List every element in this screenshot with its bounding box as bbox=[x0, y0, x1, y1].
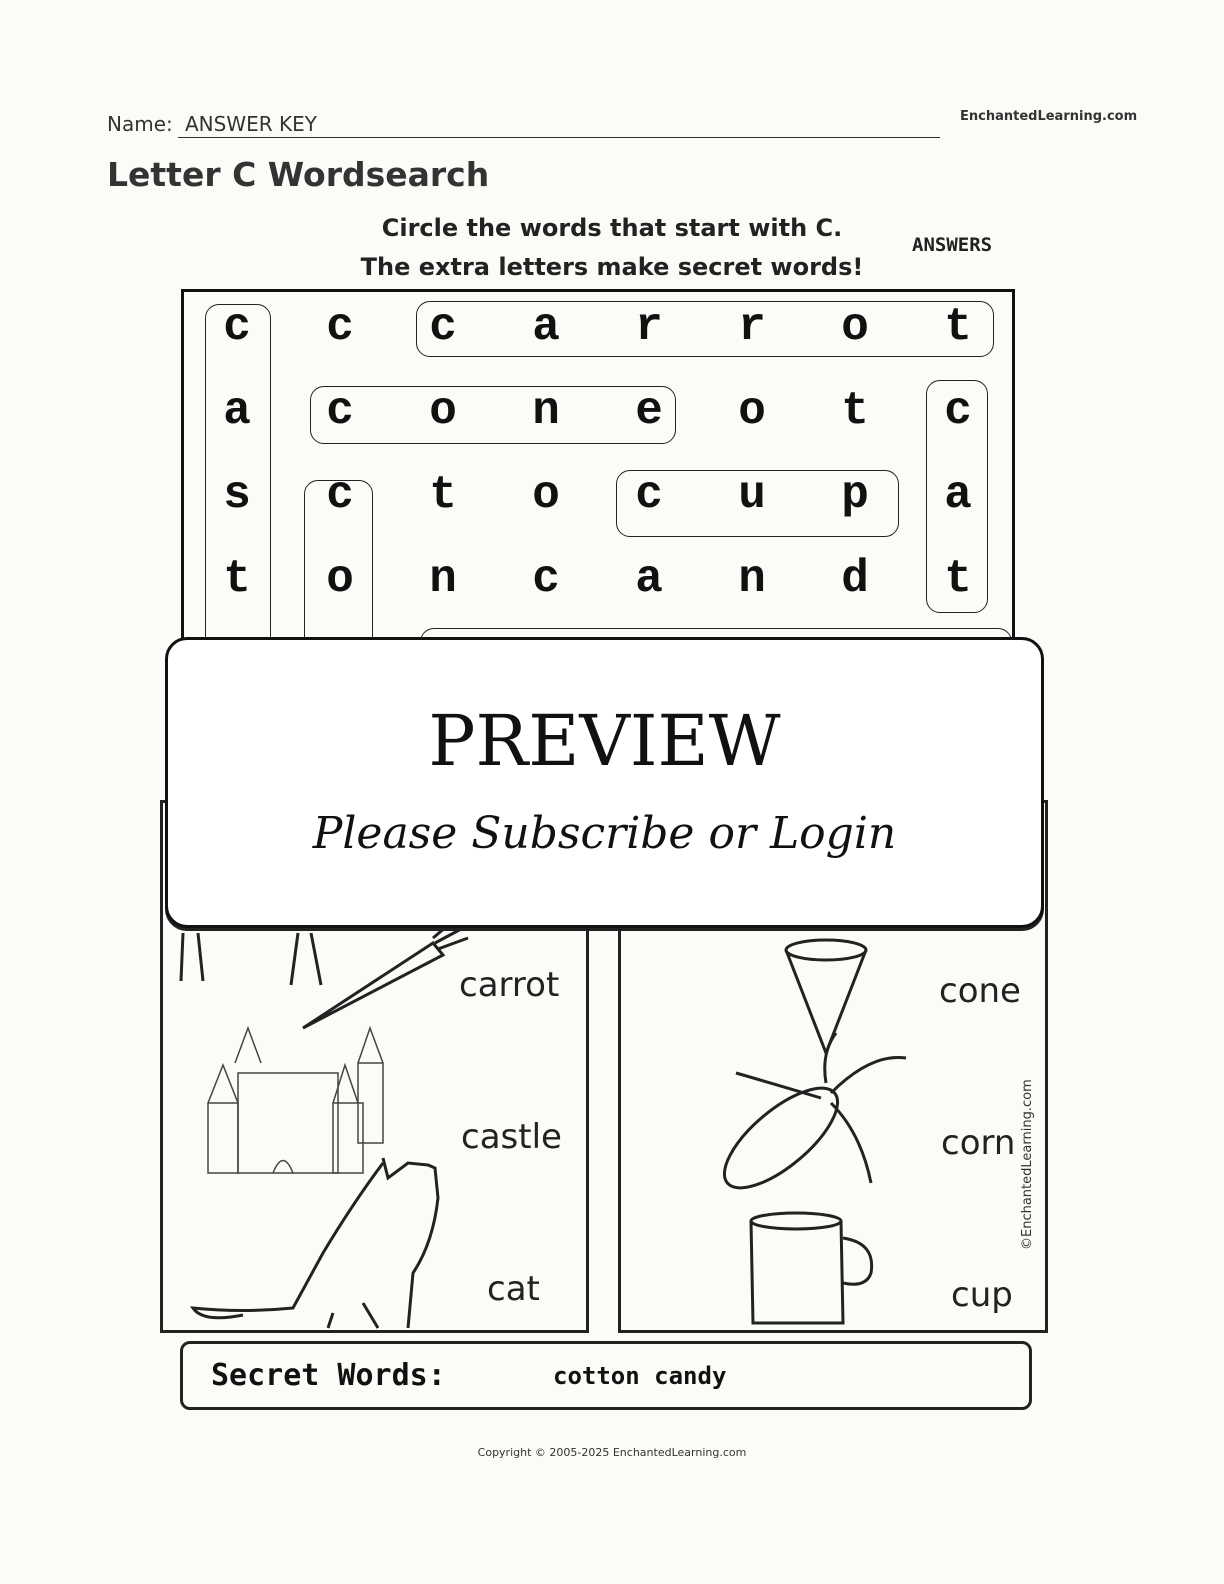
grid-letter: c bbox=[944, 385, 972, 437]
name-underline bbox=[178, 137, 940, 138]
cup-icon bbox=[749, 1211, 874, 1325]
grid-letter: s bbox=[223, 469, 251, 521]
secret-words-value: cotton candy bbox=[553, 1362, 727, 1390]
grid-letter: c bbox=[223, 301, 251, 353]
preview-title: PREVIEW bbox=[428, 700, 781, 782]
name-value: ANSWER KEY bbox=[185, 112, 317, 136]
instruction-line-2: The extra letters make secret words! bbox=[360, 253, 864, 281]
corn-icon bbox=[722, 1032, 907, 1190]
grid-letter: a bbox=[635, 553, 663, 605]
grid-letter: d bbox=[841, 553, 869, 605]
copyright: Copyright © 2005-2025 EnchantedLearning.… bbox=[477, 1446, 747, 1459]
subscribe-login-prompt[interactable]: Please Subscribe or Login bbox=[168, 808, 1041, 859]
page-title: Letter C Wordsearch bbox=[107, 155, 490, 194]
label-cat: cat bbox=[487, 1269, 540, 1309]
grid-letter: o bbox=[841, 301, 869, 353]
grid-letter: n bbox=[429, 553, 457, 605]
wordsearch-grid: cccarrotaconeotcsctocupatoncandt bbox=[181, 289, 1015, 688]
grid-letter: u bbox=[738, 469, 766, 521]
grid-letter: o bbox=[429, 385, 457, 437]
grid-letter: o bbox=[738, 385, 766, 437]
vertical-copyright: ©EnchantedLearning.com bbox=[1020, 1079, 1035, 1250]
grid-letter: c bbox=[429, 301, 457, 353]
secret-words-box: Secret Words: cotton candy bbox=[180, 1341, 1032, 1410]
grid-letter: c bbox=[532, 553, 560, 605]
name-label: Name: bbox=[107, 112, 173, 136]
preview-overlay[interactable]: PREVIEW Please Subscribe or Login bbox=[165, 637, 1044, 928]
grid-letter: a bbox=[532, 301, 560, 353]
cone-icon bbox=[784, 938, 868, 1058]
grid-letter: e bbox=[635, 385, 663, 437]
grid-letter: t bbox=[944, 553, 972, 605]
grid-letter: o bbox=[532, 469, 560, 521]
grid-letter: c bbox=[326, 301, 354, 353]
label-cone: cone bbox=[939, 971, 1021, 1011]
grid-letter: a bbox=[223, 385, 251, 437]
grid-letter: t bbox=[429, 469, 457, 521]
grid-letter: t bbox=[841, 385, 869, 437]
label-castle: castle bbox=[461, 1117, 562, 1157]
label-carrot: carrot bbox=[459, 965, 560, 1005]
grid-letter: c bbox=[326, 385, 354, 437]
answer-box-carrot bbox=[416, 301, 994, 357]
secret-words-label: Secret Words: bbox=[211, 1358, 446, 1393]
grid-letter: c bbox=[326, 469, 354, 521]
grid-letter: n bbox=[532, 385, 560, 437]
grid-letter: p bbox=[841, 469, 869, 521]
grid-letter: t bbox=[223, 553, 251, 605]
carrot-icon bbox=[179, 919, 469, 1030]
grid-letter: c bbox=[635, 469, 663, 521]
instruction-line-1: Circle the words that start with C. bbox=[381, 214, 843, 242]
grid-letter: r bbox=[635, 301, 663, 353]
cat-icon bbox=[189, 1157, 440, 1329]
castle-icon bbox=[207, 1025, 384, 1174]
label-corn: corn bbox=[941, 1123, 1016, 1163]
answers-label: ANSWERS bbox=[912, 234, 993, 256]
grid-letter: a bbox=[944, 469, 972, 521]
site-logo-text: EnchantedLearning.com bbox=[960, 109, 1138, 124]
grid-letter: t bbox=[944, 301, 972, 353]
label-cup: cup bbox=[951, 1275, 1013, 1315]
grid-letter: o bbox=[326, 553, 354, 605]
grid-letter: r bbox=[738, 301, 766, 353]
grid-letter: n bbox=[738, 553, 766, 605]
